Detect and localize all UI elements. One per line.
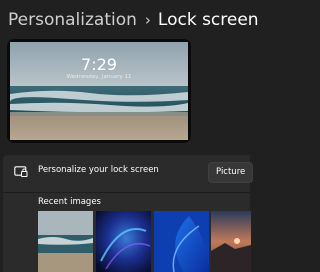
preview-date: Wednesday, January 11 — [66, 74, 132, 80]
lock-screen-preview: 7:29 Wednesday, January 11 — [7, 39, 191, 143]
breadcrumb-personalization[interactable]: Personalization — [8, 10, 137, 30]
recent-images-label: Recent images — [38, 197, 101, 207]
page-title: Lock screen — [157, 10, 259, 30]
preview-time: 7:29 — [81, 55, 117, 74]
recent-image-beach-waves[interactable] — [38, 211, 93, 272]
recent-image-sunset-rocks[interactable] — [211, 211, 251, 272]
lock-screen-type-dropdown[interactable]: Picture — [208, 162, 253, 183]
recent-image-blue-swirl[interactable] — [96, 211, 151, 272]
breadcrumb-separator: › — [144, 11, 151, 29]
recent-image-blue-bloom[interactable] — [154, 211, 209, 272]
personalize-lock-screen-label: Personalize your lock screen — [38, 165, 159, 175]
breadcrumb: Personalization › Lock screen — [8, 6, 259, 34]
card-divider — [3, 192, 250, 193]
lock-screen-icon — [14, 166, 28, 177]
